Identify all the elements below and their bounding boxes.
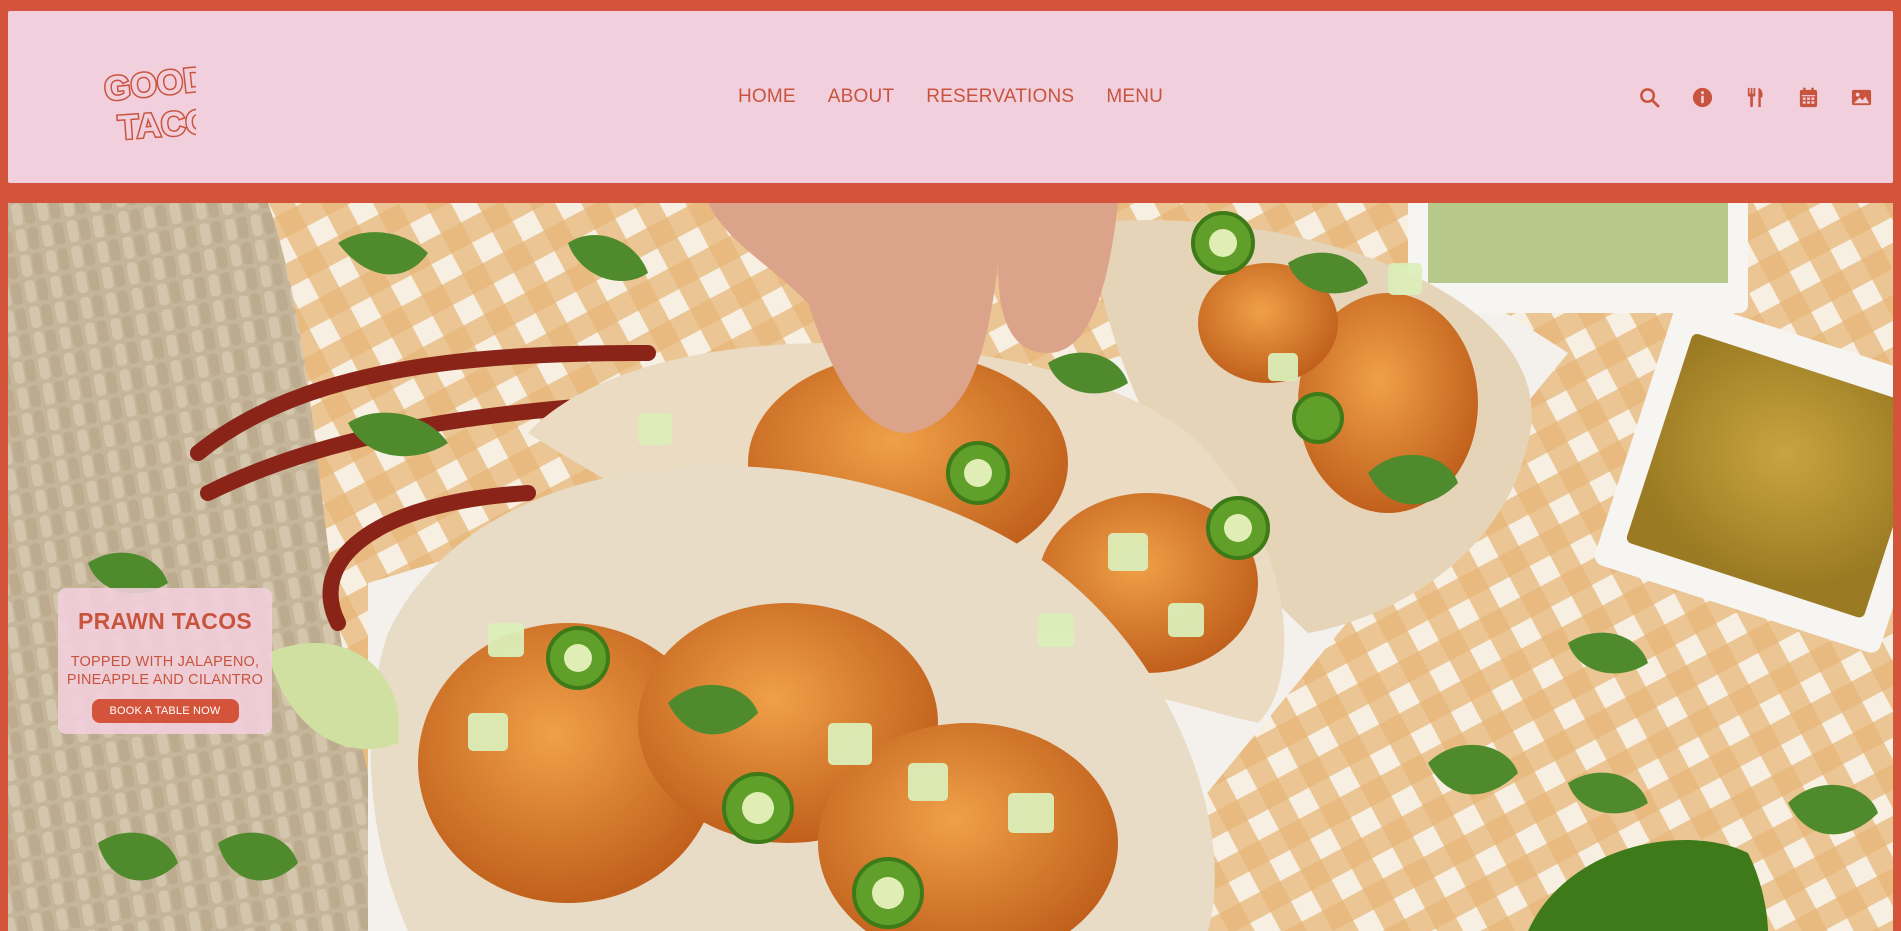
promo-subtitle: TOPPED WITH JALAPENO, PINEAPPLE AND CILA… — [66, 654, 264, 688]
nav-reservations[interactable]: RESERVATIONS — [926, 86, 1074, 108]
prawn-tacos-photo — [8, 203, 1893, 931]
calendar-icon[interactable] — [1797, 86, 1820, 109]
info-icon[interactable] — [1691, 86, 1714, 109]
nav-about[interactable]: ABOUT — [828, 86, 894, 108]
promo-card: PRAWN TACOS TOPPED WITH JALAPENO, PINEAP… — [58, 588, 272, 734]
promo-title: PRAWN TACOS — [77, 608, 253, 634]
nav-home[interactable]: HOME — [738, 86, 796, 108]
svg-text:TACO: TACO — [117, 103, 196, 147]
good-taco-logo[interactable]: GOOD TACO — [100, 55, 196, 147]
nav-menu[interactable]: MENU — [1106, 86, 1163, 108]
svg-text:GOOD: GOOD — [102, 60, 196, 109]
hero-banner: PRAWN TACOS TOPPED WITH JALAPENO, PINEAP… — [8, 203, 1893, 931]
book-table-button[interactable]: BOOK A TABLE NOW — [91, 699, 239, 723]
search-icon[interactable] — [1638, 86, 1661, 109]
site-header: GOOD TACO HOME ABOUT RESERVATIONS MENU — [8, 11, 1893, 183]
image-icon[interactable] — [1850, 86, 1873, 109]
utensils-icon[interactable] — [1744, 86, 1767, 109]
main-nav: HOME ABOUT RESERVATIONS MENU — [8, 11, 1893, 183]
header-toolbar — [1638, 11, 1873, 183]
